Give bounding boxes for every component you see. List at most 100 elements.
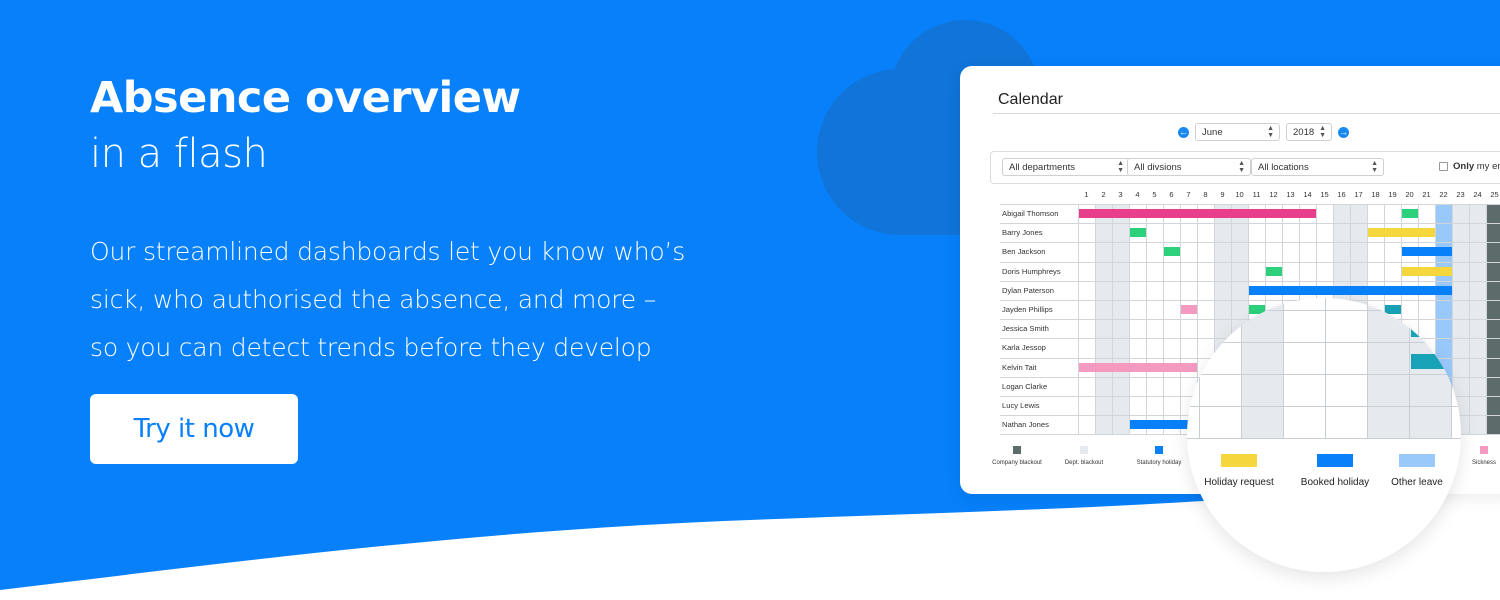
- arrow-right-circle-icon[interactable]: →: [1338, 126, 1349, 138]
- absence-bar-authorised[interactable]: [1402, 209, 1418, 218]
- day-header: 12: [1269, 190, 1278, 199]
- only-label-rest: my em: [1476, 161, 1500, 172]
- magnified-row-line: [1187, 438, 1461, 439]
- day-header: 8: [1203, 190, 1208, 199]
- grid-row-line: [1000, 223, 1500, 225]
- day-header: 9: [1220, 190, 1225, 199]
- legend-label: Statutory holiday: [1136, 460, 1182, 466]
- hero-headline: Absence overview: [90, 73, 521, 123]
- day-header: 24: [1473, 190, 1482, 199]
- magnified-column-line: [1409, 298, 1410, 438]
- arrow-left-circle-icon[interactable]: ←: [1178, 126, 1189, 138]
- magnified-legend-swatch: [1221, 454, 1257, 467]
- hero-subheadline: in a flash: [90, 131, 268, 177]
- magnified-row-line: [1187, 310, 1461, 311]
- day-header: 22: [1439, 190, 1448, 199]
- legend-swatch: [1013, 446, 1021, 454]
- day-header: 10: [1235, 190, 1244, 199]
- grid-row-line: [1000, 242, 1500, 244]
- employee-name[interactable]: Nathan Jones: [1002, 420, 1049, 429]
- day-header: 5: [1152, 190, 1157, 199]
- legend-label: Dept. blackout: [1064, 460, 1104, 466]
- day-header: 1: [1084, 190, 1089, 199]
- employee-name[interactable]: Lucy Lewis: [1002, 401, 1040, 410]
- day-header: 7: [1186, 190, 1191, 199]
- title-divider: [993, 113, 1500, 114]
- employee-name[interactable]: Abigail Thomson: [1002, 209, 1058, 218]
- employee-name[interactable]: Jayden Phillips: [1002, 305, 1053, 314]
- employee-name[interactable]: Karla Jessop: [1002, 343, 1046, 352]
- division-select-value: All divsions: [1134, 161, 1182, 173]
- day-header: 23: [1456, 190, 1465, 199]
- magnified-legend-item: Other leave: [1367, 454, 1461, 488]
- location-select[interactable]: All locations ▲ ▼: [1251, 158, 1384, 176]
- employee-name[interactable]: Dylan Paterson: [1002, 286, 1054, 295]
- day-header: 2: [1101, 190, 1106, 199]
- absence-bar-booked-holiday[interactable]: [1249, 285, 1452, 295]
- hero-copy: Absence overview in a flash Our streamli…: [90, 72, 830, 372]
- employee-name[interactable]: Barry Jones: [1002, 228, 1043, 237]
- year-select-value: 2018: [1293, 126, 1315, 138]
- employee-name[interactable]: Doris Humphreys: [1002, 267, 1061, 276]
- magnified-legend-swatch: [1399, 454, 1435, 467]
- day-header: 17: [1354, 190, 1363, 199]
- magnified-column-line: [1367, 298, 1368, 438]
- magnified-legend-swatch: [1317, 454, 1353, 467]
- absence-bar-holiday-request[interactable]: [1368, 228, 1435, 238]
- legend-item: Dept. blackout: [1049, 446, 1119, 466]
- filter-bar: All departments ▲ ▼ All divsions ▲ ▼ All l…: [990, 151, 1500, 184]
- magnified-teal-bar: [1411, 354, 1461, 369]
- absence-bar-sickness[interactable]: [1079, 362, 1197, 372]
- hero-description-line: so you can detect trends before they dev…: [90, 333, 652, 362]
- magnified-legend-label: Other leave: [1391, 477, 1443, 488]
- select-arrows-icon: ▲ ▼: [1319, 125, 1326, 139]
- only-label-bold: Only: [1453, 161, 1475, 172]
- day-header: 4: [1135, 190, 1140, 199]
- absence-bar-booked-holiday[interactable]: [1402, 247, 1452, 257]
- magnified-weekend-column: [1241, 298, 1283, 438]
- month-navigation: ← June ▲ ▼ 2018 ▲ ▼ →: [1178, 123, 1349, 141]
- day-header: 15: [1320, 190, 1329, 199]
- select-arrows-icon: ▲ ▼: [1267, 125, 1274, 139]
- day-header: 13: [1286, 190, 1295, 199]
- division-select[interactable]: All divsions ▲ ▼: [1127, 158, 1251, 176]
- legend-item: Statutory holiday: [1124, 446, 1194, 466]
- magnified-legend-label: Holiday request: [1204, 477, 1274, 488]
- absence-bar-holiday-request[interactable]: [1402, 266, 1452, 276]
- magnified-teal-bar: [1411, 322, 1461, 337]
- grid-row-line: [1000, 261, 1500, 263]
- day-header: 6: [1169, 190, 1174, 199]
- absence-bar-authorised[interactable]: [1266, 266, 1282, 276]
- employee-name[interactable]: Jessica Smith: [1002, 324, 1049, 333]
- year-select[interactable]: 2018 ▲ ▼: [1286, 123, 1332, 141]
- day-header: 16: [1337, 190, 1346, 199]
- hero-description-line: sick, who authorised the absence, and mo…: [90, 285, 656, 314]
- magnified-row-line: [1187, 342, 1461, 343]
- employee-name[interactable]: Kelvin Tait: [1002, 363, 1036, 372]
- legend-item: Company blackout: [982, 446, 1052, 466]
- absence-bar-magenta[interactable]: [1079, 209, 1316, 218]
- month-select[interactable]: June ▲ ▼: [1195, 123, 1280, 141]
- day-header: 11: [1252, 190, 1261, 199]
- legend-label: Company blackout: [992, 460, 1042, 466]
- employee-name[interactable]: Logan Clarke: [1002, 382, 1047, 391]
- department-select-value: All departments: [1009, 161, 1076, 173]
- select-arrows-icon: ▲ ▼: [1371, 160, 1378, 174]
- employee-name[interactable]: Ben Jackson: [1002, 247, 1045, 256]
- only-my-employees-checkbox[interactable]: [1439, 162, 1448, 171]
- magnified-legend-item: Holiday request: [1189, 454, 1289, 488]
- department-select[interactable]: All departments ▲ ▼: [1002, 158, 1130, 176]
- day-header: 3: [1118, 190, 1123, 199]
- day-header: 25: [1490, 190, 1499, 199]
- magnified-column-line: [1283, 298, 1284, 438]
- day-header: 18: [1371, 190, 1380, 199]
- hero-description-line: Our streamlined dashboards let you know …: [90, 237, 686, 266]
- location-select-value: All locations: [1258, 161, 1309, 173]
- magnified-row-line: [1187, 374, 1461, 375]
- absence-bar-authorised[interactable]: [1130, 228, 1146, 238]
- absence-bar-authorised[interactable]: [1164, 247, 1180, 257]
- magnifier-lens: Holiday request Booked holiday Other leave: [1187, 298, 1461, 572]
- try-it-now-button[interactable]: Try it now: [90, 394, 298, 464]
- calendar-title: Calendar: [998, 91, 1063, 108]
- only-my-employees-toggle[interactable]: Only my em: [1439, 161, 1500, 172]
